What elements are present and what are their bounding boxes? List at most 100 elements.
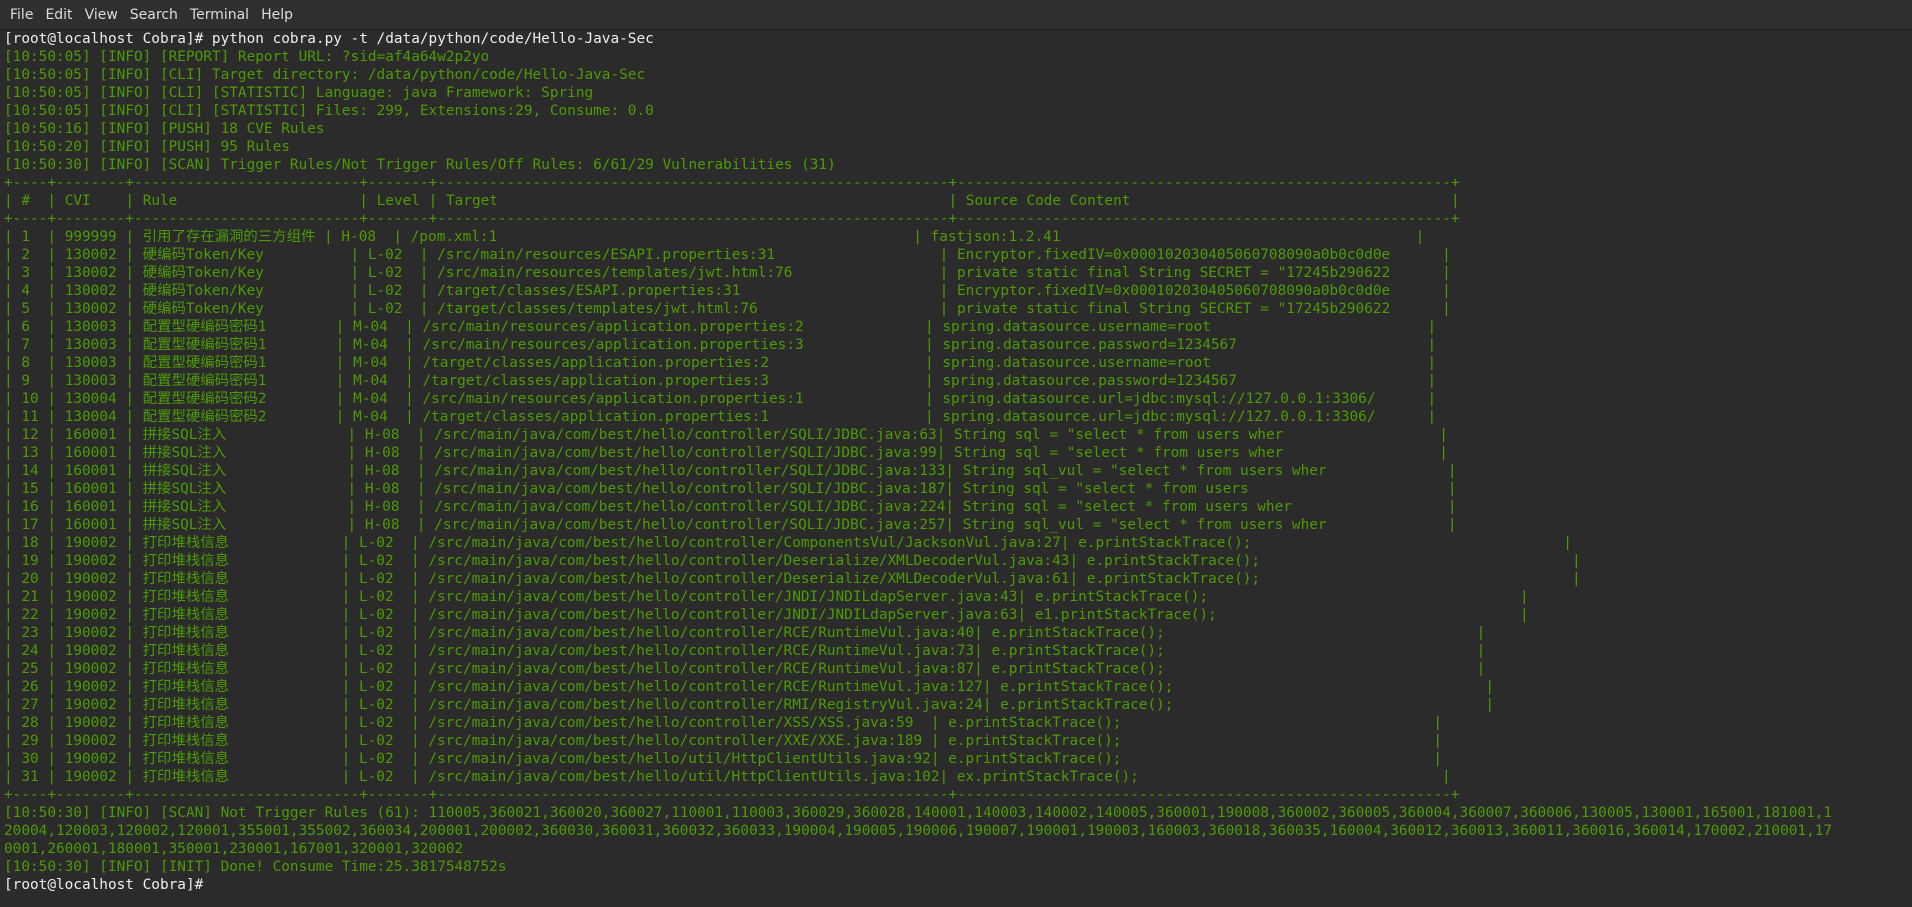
cell-3: M-04: [353, 373, 388, 389]
cell-4: /src/main/java/com/best/hello/util/HttpC…: [428, 769, 940, 785]
prompt-line[interactable]: [root@localhost Cobra]#: [4, 876, 1908, 894]
cell-2: 拼接SQL注入: [142, 481, 227, 497]
cell-3: H-08: [364, 427, 400, 443]
cell-1: 130003: [64, 337, 117, 353]
cell-2: 打印堆栈信息: [142, 607, 230, 623]
cell-3: L-02: [358, 661, 394, 677]
cell-4: Target: [445, 193, 498, 209]
cell-5: fastjson:1.2.41: [930, 229, 1061, 245]
log-line: [10:50:05] [INFO] [CLI] [STATISTIC] Lang…: [4, 85, 594, 101]
not-trigger-line: 0001,260001,180001,350001,230001,167001,…: [4, 841, 464, 857]
cell-4: /src/main/java/com/best/hello/controller…: [428, 643, 975, 659]
table-row: | 29 | 190002 | 打印堆栈信息 | L-02 | /src/mai…: [4, 733, 1443, 749]
cell-2: 打印堆栈信息: [142, 679, 230, 695]
table-row: | 13 | 160001 | 拼接SQL注入 | H-08 | /src/ma…: [4, 445, 1448, 461]
table-row: | 16 | 160001 | 拼接SQL注入 | H-08 | /src/ma…: [4, 499, 1457, 515]
menu-help[interactable]: Help: [255, 0, 299, 30]
cell-5: e.printStackTrace();: [991, 625, 1165, 641]
cell-1: 130002: [64, 301, 117, 317]
cell-4: /pom.xml:1: [410, 229, 498, 245]
cell-4: /target/classes/application.properties:1: [422, 409, 769, 425]
cell-3: M-04: [353, 355, 388, 371]
cell-3: L-02: [367, 283, 403, 299]
cell-3: L-02: [367, 301, 403, 317]
cell-5: e1.printStackTrace();: [1034, 607, 1217, 623]
menu-search[interactable]: Search: [124, 0, 184, 30]
cell-4: /src/main/java/com/best/hello/controller…: [434, 499, 946, 515]
cell-3: L-02: [358, 535, 394, 551]
menu-view[interactable]: View: [79, 0, 124, 30]
cell-0: 24: [21, 643, 39, 659]
cell-1: 130002: [64, 283, 117, 299]
cell-5: e.printStackTrace();: [1000, 679, 1174, 695]
cell-4: /src/main/java/com/best/hello/controller…: [434, 481, 946, 497]
not-trigger-line: 20004,120003,120002,120001,355001,355002…: [4, 823, 1833, 839]
table-row: | 26 | 190002 | 打印堆栈信息 | L-02 | /src/mai…: [4, 679, 1495, 695]
cell-0: 3: [21, 265, 31, 281]
cell-0: 20: [21, 571, 39, 587]
cell-2: 配置型硬编码密码1: [142, 355, 267, 371]
cell-0: 18: [21, 535, 39, 551]
menu-file[interactable]: File: [4, 0, 39, 30]
log-lines: [10:50:05] [INFO] [REPORT] Report URL: ?…: [4, 48, 1908, 174]
cell-1: 999999: [64, 229, 117, 245]
cell-5: String sql_vul = "select * from users wh…: [962, 463, 1327, 479]
cell-5: private static final String SECRET = "17…: [957, 301, 1391, 317]
cell-0: 30: [21, 751, 39, 767]
cell-1: 190002: [64, 535, 117, 551]
cell-0: 31: [21, 769, 39, 785]
cell-2: 打印堆栈信息: [142, 535, 230, 551]
cell-0: 5: [21, 301, 31, 317]
cell-1: 190002: [64, 715, 117, 731]
cell-5: ex.printStackTrace();: [956, 769, 1139, 785]
cell-2: 硬编码Token/Key: [142, 283, 264, 299]
cell-1: CVI: [64, 193, 91, 209]
cell-5: Encryptor.fixedIV=0x00010203040506070809…: [957, 247, 1391, 263]
cell-0: 7: [21, 337, 31, 353]
cell-4: /target/classes/templates/jwt.html:76: [437, 301, 758, 317]
cell-0: #: [21, 193, 31, 209]
cell-5: e.printStackTrace();: [1034, 589, 1209, 605]
cell-4: /src/main/java/com/best/hello/controller…: [434, 463, 946, 479]
log-line: [10:50:05] [INFO] [REPORT] Report URL: ?…: [4, 49, 490, 65]
cell-1: 190002: [64, 697, 117, 713]
cell-0: 9: [21, 373, 31, 389]
cell-1: 160001: [64, 517, 117, 533]
cell-1: 130004: [64, 391, 117, 407]
cell-3: L-02: [367, 247, 403, 263]
cell-0: 6: [21, 319, 31, 335]
cell-3: L-02: [358, 769, 394, 785]
cell-3: H-08: [364, 463, 400, 479]
log-line: [10:50:20] [INFO] [PUSH] 95 Rules: [4, 139, 290, 155]
log-line: [10:50:05] [INFO] [CLI] [STATISTIC] File…: [4, 103, 654, 119]
prompt-text: [root@localhost Cobra]#: [4, 877, 212, 893]
cell-5: e.printStackTrace();: [1086, 553, 1261, 569]
cell-5: String sql = "select * from users wher: [954, 445, 1284, 461]
cell-1: 130003: [64, 373, 117, 389]
menu-terminal[interactable]: Terminal: [184, 0, 255, 30]
table-row: | 22 | 190002 | 打印堆栈信息 | L-02 | /src/mai…: [4, 607, 1529, 623]
cell-2: 配置型硬编码密码1: [142, 337, 267, 353]
cell-5: private static final String SECRET = "17…: [957, 265, 1391, 281]
cell-5: String sql = "select * from users: [962, 481, 1249, 497]
cell-1: 130003: [64, 355, 117, 371]
cell-1: 190002: [64, 607, 117, 623]
terminal-output[interactable]: [root@localhost Cobra]# python cobra.py …: [4, 30, 1908, 907]
cell-2: 拼接SQL注入: [142, 427, 227, 443]
not-trigger-rules: [10:50:30] [INFO] [SCAN] Not Trigger Rul…: [4, 804, 1908, 858]
cell-2: 拼接SQL注入: [142, 499, 227, 515]
cursor: [212, 876, 221, 892]
cell-4: /src/main/java/com/best/hello/controller…: [428, 607, 1018, 623]
table-row: | 4 | 130002 | 硬编码Token/Key | L-02 | /ta…: [4, 283, 1451, 299]
cell-5: spring.datasource.username=root: [942, 319, 1211, 335]
cell-3: L-02: [358, 733, 394, 749]
cell-0: 26: [21, 679, 39, 695]
table-row: | 17 | 160001 | 拼接SQL注入 | H-08 | /src/ma…: [4, 517, 1457, 533]
cell-0: 12: [21, 427, 39, 443]
cell-4: /src/main/java/com/best/hello/controller…: [428, 625, 975, 641]
cell-4: /target/classes/ESAPI.properties:31: [437, 283, 741, 299]
table-row: | 6 | 130003 | 配置型硬编码密码1 | M-04 | /src/m…: [4, 319, 1437, 335]
cell-4: /src/main/java/com/best/hello/controller…: [434, 427, 937, 443]
cell-5: e.printStackTrace();: [948, 751, 1122, 767]
menu-edit[interactable]: Edit: [39, 0, 78, 30]
